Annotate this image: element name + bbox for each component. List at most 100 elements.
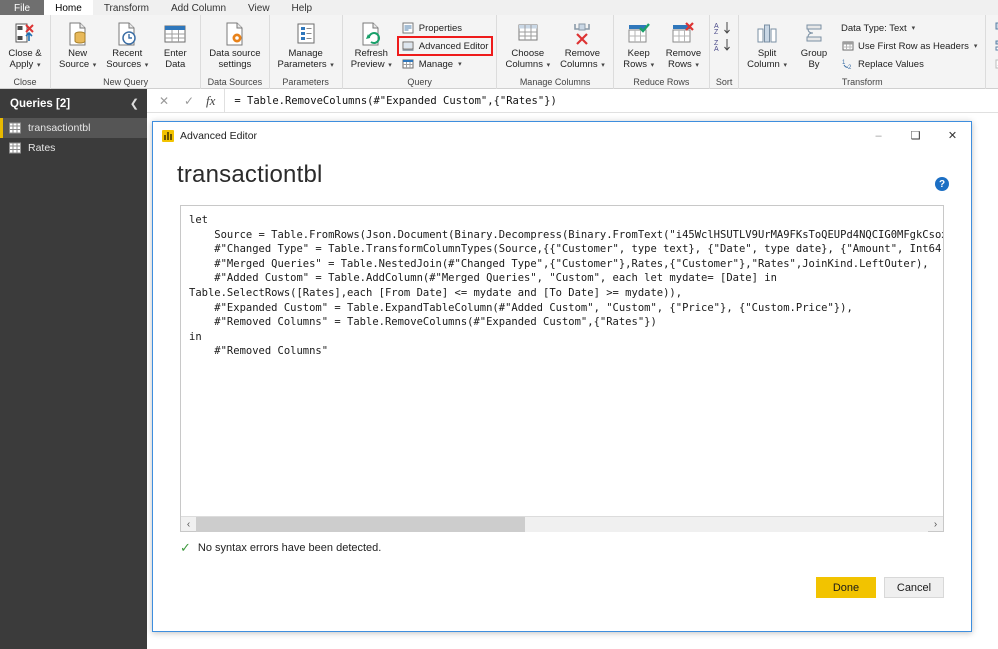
m-code-text[interactable]: let Source = Table.FromRows(Json.Documen… <box>181 206 943 516</box>
close-apply-icon <box>12 19 38 49</box>
dialog-title: Advanced Editor <box>180 129 258 142</box>
syntax-status: ✓ No syntax errors have been detected. <box>180 540 944 556</box>
maximize-button[interactable]: ❑ <box>897 122 934 149</box>
formula-bar: ✕ ✓ fx = Table.RemoveColumns(#"Expanded … <box>147 88 998 113</box>
manage-caret-icon: ▾ <box>458 61 462 68</box>
combine-files-icon <box>994 58 998 71</box>
scroll-left-arrow-icon[interactable]: ‹ <box>181 519 196 530</box>
tab-transform[interactable]: Transform <box>93 0 160 15</box>
ribbon-group-new-query: New Source ▾ Recent Sources ▾ Enter Data… <box>51 15 202 89</box>
replace-values-label: Replace Values <box>858 58 924 70</box>
transform-small-buttons: Data Type: Text ▾ Use First Row as Heade… <box>836 18 982 72</box>
replace-values-icon: 1 2 <box>841 58 854 71</box>
new-source-button[interactable]: New Source ▾ <box>54 18 101 72</box>
chevron-left-icon[interactable]: ❮ <box>130 97 139 110</box>
tab-file[interactable]: File <box>0 0 45 15</box>
properties-button[interactable]: Properties <box>399 20 492 36</box>
done-button[interactable]: Done <box>816 577 876 598</box>
remove-columns-label: Remove Columns ▾ <box>560 48 605 70</box>
advanced-editor-label: Advanced Editor <box>418 40 489 52</box>
choose-columns-button[interactable]: Choose Columns ▾ <box>500 18 555 72</box>
power-query-editor-window: File Home Transform Add Column View Help <box>0 0 998 649</box>
enter-data-label: Enter Data <box>163 48 187 70</box>
tab-help[interactable]: Help <box>281 0 324 15</box>
group-by-button[interactable]: Group By <box>792 18 836 71</box>
manage-label: Manage <box>418 58 454 70</box>
keep-rows-icon <box>626 19 652 49</box>
queries-pane-header: Queries [2] ❮ <box>0 89 147 118</box>
remove-rows-icon <box>670 19 696 49</box>
scrollbar-thumb[interactable] <box>196 516 526 532</box>
manage-parameters-button[interactable]: Manage Parameters ▾ <box>273 18 339 72</box>
use-first-row-as-headers-button[interactable]: Use First Row as Headers ▾ <box>838 38 980 54</box>
refresh-preview-button[interactable]: Refresh Preview ▾ <box>346 18 397 72</box>
group-label-sort: Sort <box>715 77 733 87</box>
ribbon-group-manage-columns: Choose Columns ▾ Remove Columns ▾ Manage C… <box>497 15 614 89</box>
split-column-button[interactable]: Split Column ▾ <box>742 18 792 72</box>
properties-icon <box>402 22 415 35</box>
enter-data-icon <box>162 19 188 49</box>
manage-button[interactable]: Manage ▾ <box>399 56 492 72</box>
close-button[interactable]: ✕ <box>934 122 971 149</box>
remove-rows-button[interactable]: Remove Rows ▾ <box>661 18 706 72</box>
horizontal-scrollbar[interactable]: ‹ › <box>181 516 943 532</box>
syntax-status-text: No syntax errors have been detected. <box>197 542 382 554</box>
sort-descending-button[interactable]: Z A <box>713 38 735 52</box>
close-apply-label: Close & Apply ▾ <box>8 48 42 70</box>
manage-icon <box>402 58 415 71</box>
replace-values-button[interactable]: 1 2 Replace Values <box>838 56 980 72</box>
merge-queries-icon <box>994 22 998 35</box>
ribbon-group-sort: A Z Z A Sort <box>710 15 740 89</box>
dialog-header: transactiontbl ? <box>153 149 971 191</box>
scrollbar-track[interactable] <box>196 516 928 532</box>
merge-queries-button[interactable]: Merge Queries ▾ <box>991 20 998 36</box>
svg-text:2: 2 <box>848 65 852 70</box>
manage-parameters-icon <box>293 19 319 49</box>
query-list-item-rates[interactable]: Rates <box>0 138 147 158</box>
sort-ascending-button[interactable]: A Z <box>713 21 735 35</box>
queries-pane: Queries [2] ❮ transactiontbl Rates <box>0 89 147 649</box>
ribbon-group-parameters: Manage Parameters ▾ Parameters <box>270 15 343 89</box>
group-label-query: Query <box>407 77 432 87</box>
advanced-editor-icon <box>402 40 415 53</box>
query-list-item-transactiontbl[interactable]: transactiontbl <box>0 118 147 138</box>
advanced-editor-button[interactable]: Advanced Editor <box>396 36 494 56</box>
data-source-settings-button[interactable]: Data source settings <box>204 18 265 71</box>
group-label-transform: Transform <box>841 77 883 87</box>
recent-sources-button[interactable]: Recent Sources ▾ <box>101 18 153 72</box>
group-label-reduce-rows: Reduce Rows <box>633 77 690 87</box>
data-type-button[interactable]: Data Type: Text ▾ <box>838 20 980 36</box>
enter-data-button[interactable]: Enter Data <box>153 18 197 71</box>
ribbon-tabstrip: File Home Transform Add Column View Help <box>0 0 998 15</box>
queries-pane-title: Queries [2] <box>10 97 71 110</box>
use-first-row-caret-icon: ▾ <box>973 43 978 50</box>
check-icon[interactable]: ✓ <box>181 94 197 108</box>
ribbon-group-transform: SplitColumn ▾ GroupBy Data Type: Text <box>739 15 987 89</box>
group-label-combine: Combine <box>989 76 998 89</box>
data-source-settings-label: Data source settings <box>209 48 261 70</box>
close-icon[interactable]: ✕ <box>156 94 172 108</box>
append-queries-button[interactable]: Append Queries ▾ <box>991 38 998 54</box>
ribbon: Close & Apply ▾ Close New Source ▾ Recen… <box>0 15 998 89</box>
remove-rows-label: Remove Rows ▾ <box>665 48 702 70</box>
data-type-caret-icon: ▾ <box>911 25 916 32</box>
scroll-right-arrow-icon[interactable]: › <box>928 519 943 530</box>
remove-columns-button[interactable]: Remove Columns ▾ <box>555 18 610 72</box>
tab-home[interactable]: Home <box>44 0 93 15</box>
close-and-apply-button[interactable]: Close & Apply ▾ <box>3 18 47 72</box>
combine-files-button[interactable]: Combine Files <box>991 56 998 72</box>
help-icon[interactable]: ? <box>935 177 949 191</box>
remove-columns-icon <box>569 19 595 49</box>
keep-rows-button[interactable]: Keep Rows ▾ <box>617 18 661 72</box>
tab-add-column[interactable]: Add Column <box>160 0 237 15</box>
group-label-close: Close <box>13 77 37 87</box>
ribbon-group-data-sources: Data source settings Data Sources <box>201 15 270 89</box>
split-column-label: Split Column ▾ <box>747 48 787 70</box>
tab-view[interactable]: View <box>237 0 281 15</box>
append-queries-icon <box>994 40 998 53</box>
cancel-button[interactable]: Cancel <box>884 577 944 598</box>
code-editor: let Source = Table.FromRows(Json.Documen… <box>180 205 944 532</box>
minimize-button[interactable]: – <box>860 122 897 149</box>
formula-input[interactable]: = Table.RemoveColumns(#"Expanded Custom"… <box>224 88 998 113</box>
new-source-label: New Source ▾ <box>59 48 97 70</box>
